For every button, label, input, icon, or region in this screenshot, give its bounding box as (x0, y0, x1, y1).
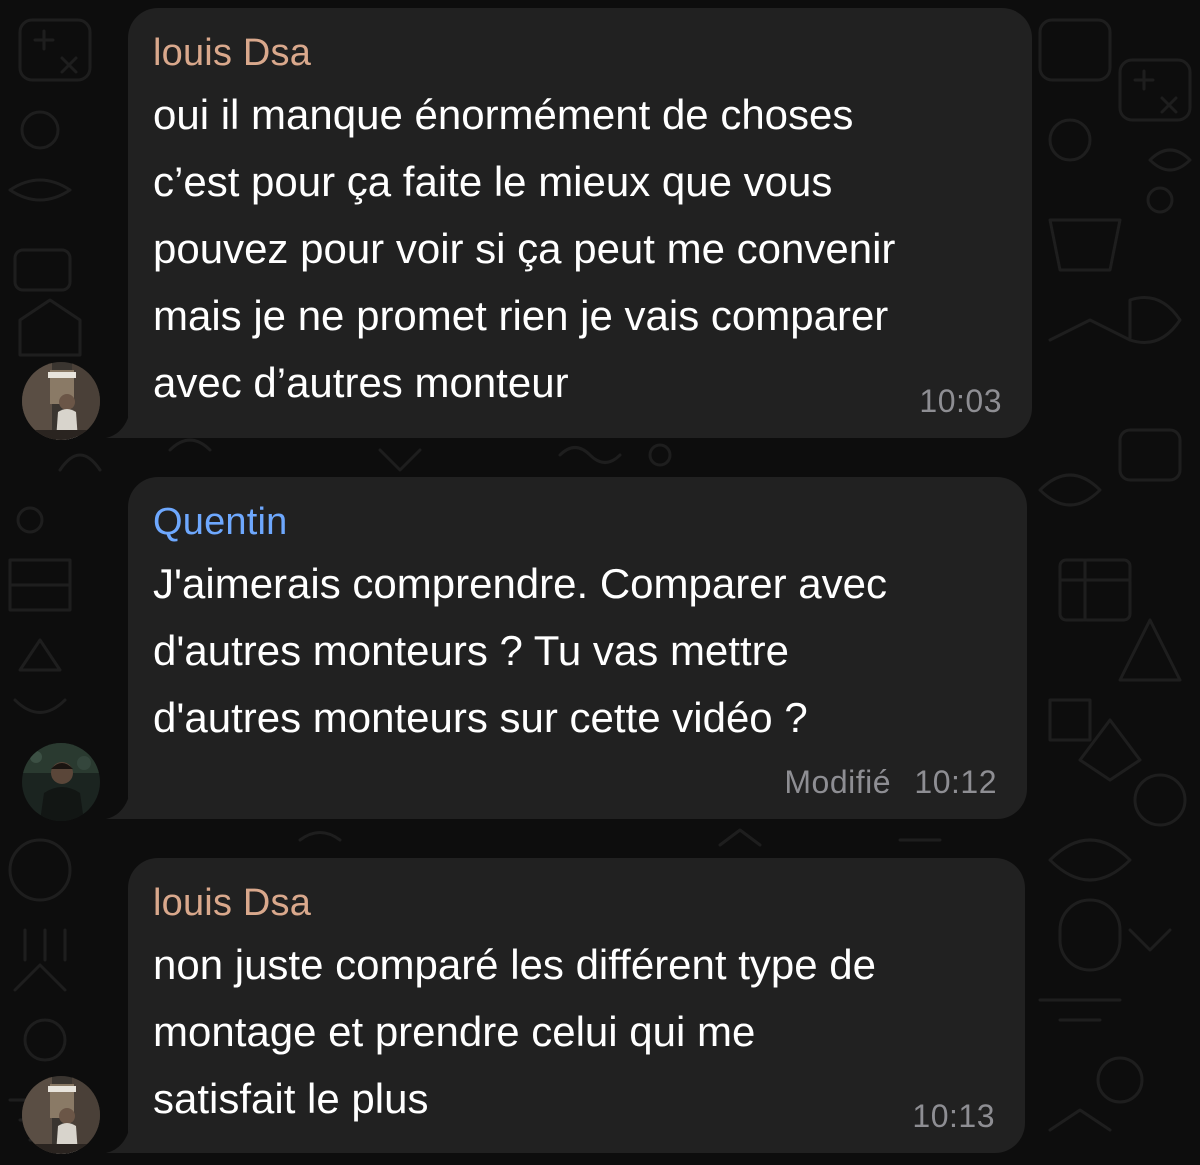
message-line: satisfait le plus (153, 1075, 429, 1122)
quentin-avatar[interactable] (22, 743, 100, 821)
message-line: avec d’autres monteur (153, 359, 569, 406)
message-meta: Modifié 10:12 (784, 764, 997, 801)
bubble-tail (106, 1127, 130, 1153)
message-line: d'autres monteurs sur cette vidéo ? (153, 694, 808, 741)
bubble-tail (106, 412, 130, 438)
message-text: non juste comparé les différent type de … (153, 931, 995, 1132)
message-line: c’est pour ça faite le mieux que vous (153, 158, 833, 205)
sender-name[interactable]: louis Dsa (153, 880, 995, 926)
message-line: non juste comparé les différent type de (153, 941, 877, 988)
avatar-image (22, 743, 100, 821)
message-bubble[interactable]: Quentin J'aimerais comprendre. Comparer … (106, 477, 1027, 819)
louis-avatar[interactable] (22, 1076, 100, 1154)
message-time: 10:12 (914, 764, 997, 800)
message-line: pouvez pour voir si ça peut me convenir (153, 225, 896, 272)
edited-label: Modifié (784, 764, 892, 800)
message-meta: 10:03 (919, 383, 1002, 420)
message-time: 10:03 (919, 383, 1002, 419)
message-line: d'autres monteurs ? Tu vas mettre (153, 627, 789, 674)
message-text: oui il manque énormément de choses c’est… (153, 81, 1002, 416)
message-line: oui il manque énormément de choses (153, 91, 854, 138)
bubble-tail (106, 793, 130, 819)
avatar-image (22, 1076, 100, 1154)
message-line: montage et prendre celui qui me (153, 1008, 756, 1055)
message-bubble[interactable]: louis Dsa non juste comparé les différen… (106, 858, 1025, 1153)
message-line: J'aimerais comprendre. Comparer avec (153, 560, 887, 607)
message-text: J'aimerais comprendre. Comparer avec d'a… (153, 550, 997, 751)
sender-name[interactable]: Quentin (153, 499, 997, 545)
avatar-image (22, 362, 100, 440)
message-bubble[interactable]: louis Dsa oui il manque énormément de ch… (106, 8, 1032, 438)
message-time: 10:13 (912, 1098, 995, 1134)
louis-avatar[interactable] (22, 362, 100, 440)
sender-name[interactable]: louis Dsa (153, 30, 1002, 76)
message-meta: 10:13 (912, 1098, 995, 1135)
message-line: mais je ne promet rien je vais comparer (153, 292, 889, 339)
